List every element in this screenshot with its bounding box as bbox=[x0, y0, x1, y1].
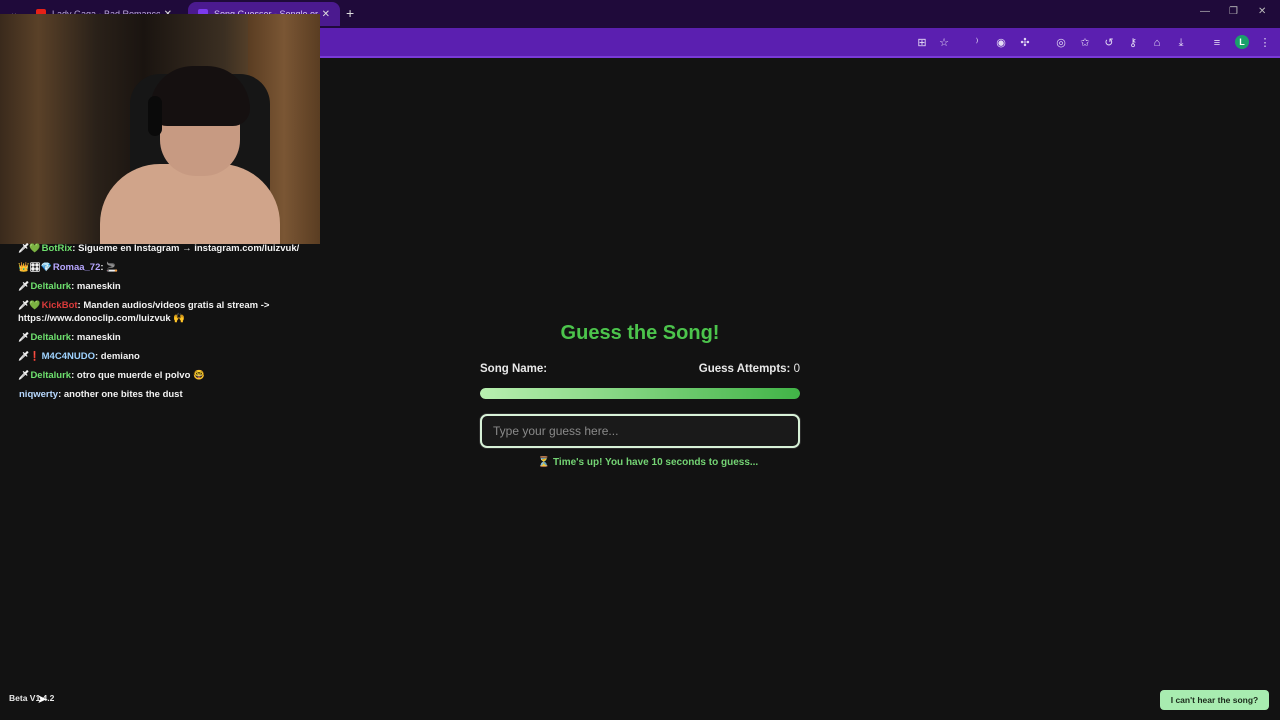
menu-icon[interactable]: ⋮ bbox=[1257, 35, 1273, 51]
chat-badges: 🗡 bbox=[18, 332, 30, 342]
chat-badges: 🗡 bbox=[18, 281, 30, 291]
chat-message: 🗡❗M4C4NUDO: demiano bbox=[18, 351, 140, 362]
chat-message: niqwerty: another one bites the dust bbox=[19, 389, 183, 400]
chat-username: Deltalurk bbox=[30, 281, 72, 292]
song-progress-fill bbox=[480, 388, 800, 399]
chat-message: 🗡Deltalurk: maneskin bbox=[18, 281, 121, 292]
translate-icon[interactable]: ⊞ bbox=[914, 35, 930, 51]
queue-icon[interactable]: ≡ bbox=[1209, 35, 1225, 51]
headset bbox=[148, 96, 162, 136]
chat-text: otro que muerde el polvo 🤓 bbox=[76, 370, 205, 381]
history-icon[interactable]: ↺ bbox=[1101, 35, 1117, 51]
extensions-icon[interactable]: ✣ bbox=[1017, 35, 1033, 51]
chat-badges: 🗡 bbox=[18, 370, 30, 380]
chat-username: niqwerty bbox=[19, 389, 59, 400]
chat-text: Sigueme en Instagram → instagram.com/lui… bbox=[78, 243, 300, 254]
chat-message: 🗡💚KickBot: Manden audios/videos gratis a… bbox=[18, 300, 270, 324]
minimize-icon[interactable]: — bbox=[1200, 6, 1210, 17]
chat-text: maneskin bbox=[76, 332, 121, 343]
time-up-message: ⏳ Time's up! You have 10 seconds to gues… bbox=[537, 457, 759, 468]
song-progress-bar bbox=[480, 388, 800, 399]
chat-badges: 👑🎛💎 bbox=[18, 262, 52, 272]
game-info-row: Song Name: Guess Attempts: 0 bbox=[480, 363, 800, 379]
song-name-label: Song Name: bbox=[480, 363, 548, 375]
chat-username: Deltalurk bbox=[30, 332, 72, 343]
close-tab-icon[interactable]: ✕ bbox=[322, 9, 330, 20]
chat-username: BotRix bbox=[41, 243, 73, 254]
chat-message: 👑🎛💎Romaa_72: 🚬 bbox=[18, 262, 119, 273]
chat-text: 🚬 bbox=[106, 262, 119, 273]
screenshot-icon[interactable]: ◎ bbox=[1053, 35, 1069, 51]
chat-badges: 🗡💚 bbox=[18, 300, 41, 310]
restore-icon[interactable]: ❐ bbox=[1229, 6, 1238, 17]
chat-message: 🗡Deltalurk: otro que muerde el polvo 🤓 bbox=[18, 370, 205, 381]
guess-input[interactable] bbox=[480, 414, 800, 448]
version-label: Beta V1.4.2 bbox=[9, 693, 55, 703]
sound-icon[interactable]: ⁾ bbox=[969, 35, 985, 51]
guess-attempts-label: Guess Attempts: bbox=[698, 363, 791, 375]
chat-overlay: 🗡💚BotRix: Sigueme en Instagram → instagr… bbox=[18, 242, 318, 407]
chat-username: Romaa_72 bbox=[52, 262, 101, 273]
chat-badges: 🗡💚 bbox=[18, 243, 41, 253]
chat-username: Deltalurk bbox=[30, 370, 72, 381]
star-icon[interactable]: ☆ bbox=[936, 35, 952, 51]
chat-username: M4C4NUDO bbox=[41, 351, 95, 362]
streamer-torso bbox=[100, 164, 280, 244]
password-icon[interactable]: ⚷ bbox=[1125, 35, 1141, 51]
bookmark-star-icon[interactable]: ✩ bbox=[1077, 35, 1093, 51]
close-window-icon[interactable]: ✕ bbox=[1258, 6, 1266, 17]
incognito-icon[interactable]: ⌂ bbox=[1149, 35, 1165, 51]
chat-text: maneskin bbox=[76, 281, 121, 292]
vpn-icon[interactable]: ◉ bbox=[993, 35, 1009, 51]
chat-badges: 🗡❗ bbox=[18, 351, 41, 361]
game-title: Guess the Song! bbox=[560, 322, 720, 344]
webcam-overlay bbox=[0, 14, 320, 244]
chat-message: 🗡💚BotRix: Sigueme en Instagram → instagr… bbox=[18, 243, 300, 254]
new-tab-button[interactable]: + bbox=[346, 5, 354, 21]
chat-message: 🗡Deltalurk: maneskin bbox=[18, 332, 121, 343]
mouse-cursor-icon: ➤ bbox=[37, 692, 48, 706]
chat-text: demiano bbox=[100, 351, 140, 362]
chat-username: KickBot bbox=[41, 300, 78, 311]
cant-hear-song-button[interactable]: I can't hear the song? bbox=[1160, 690, 1269, 710]
guess-attempts: Guess Attempts: 0 bbox=[699, 363, 800, 375]
chat-text: another one bites the dust bbox=[63, 389, 183, 400]
download-icon[interactable]: ⤓ bbox=[1173, 35, 1189, 51]
profile-avatar[interactable]: L bbox=[1235, 35, 1249, 49]
guess-attempts-value: 0 bbox=[793, 363, 800, 375]
